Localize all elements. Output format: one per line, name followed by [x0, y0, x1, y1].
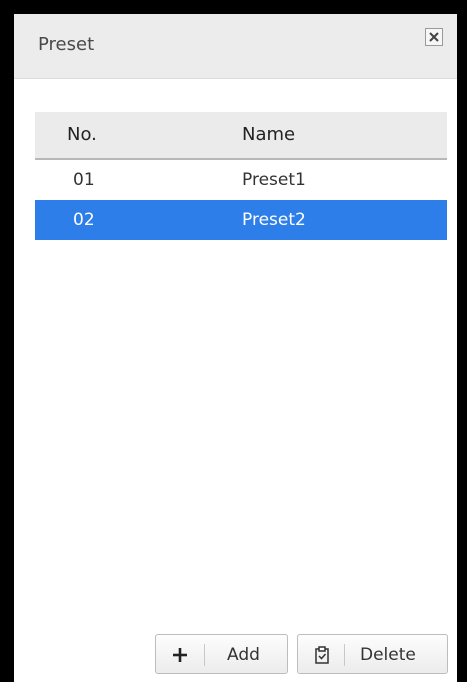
cell-no: 01	[73, 170, 95, 190]
plus-icon	[173, 648, 187, 662]
delete-button-label: Delete	[360, 645, 416, 665]
table-header: No. Name	[35, 112, 447, 160]
column-header-name[interactable]: Name	[242, 124, 295, 145]
preset-table: No. Name 01 Preset1 02 Preset2	[35, 112, 447, 240]
table-row[interactable]: 01 Preset1	[35, 160, 447, 200]
dialog-title: Preset	[38, 34, 95, 55]
window-frame: Preset No. Name 01 Preset1 02 Preset2 Ad…	[0, 0, 467, 682]
button-separator	[344, 644, 345, 666]
close-button[interactable]	[425, 28, 443, 46]
add-button-label: Add	[227, 645, 260, 665]
close-icon	[429, 32, 439, 42]
title-bar: Preset	[14, 14, 457, 79]
preset-dialog: Preset No. Name 01 Preset1 02 Preset2 Ad…	[14, 14, 457, 682]
table-row-selected[interactable]: 02 Preset2	[35, 200, 447, 240]
delete-button[interactable]: Delete	[297, 634, 448, 674]
column-header-no[interactable]: No.	[67, 124, 97, 145]
clipboard-check-icon	[315, 646, 329, 664]
cell-name: Preset2	[242, 210, 306, 230]
cell-name: Preset1	[242, 170, 306, 190]
button-separator	[204, 644, 205, 666]
add-button[interactable]: Add	[155, 634, 288, 674]
cell-no: 02	[73, 210, 95, 230]
